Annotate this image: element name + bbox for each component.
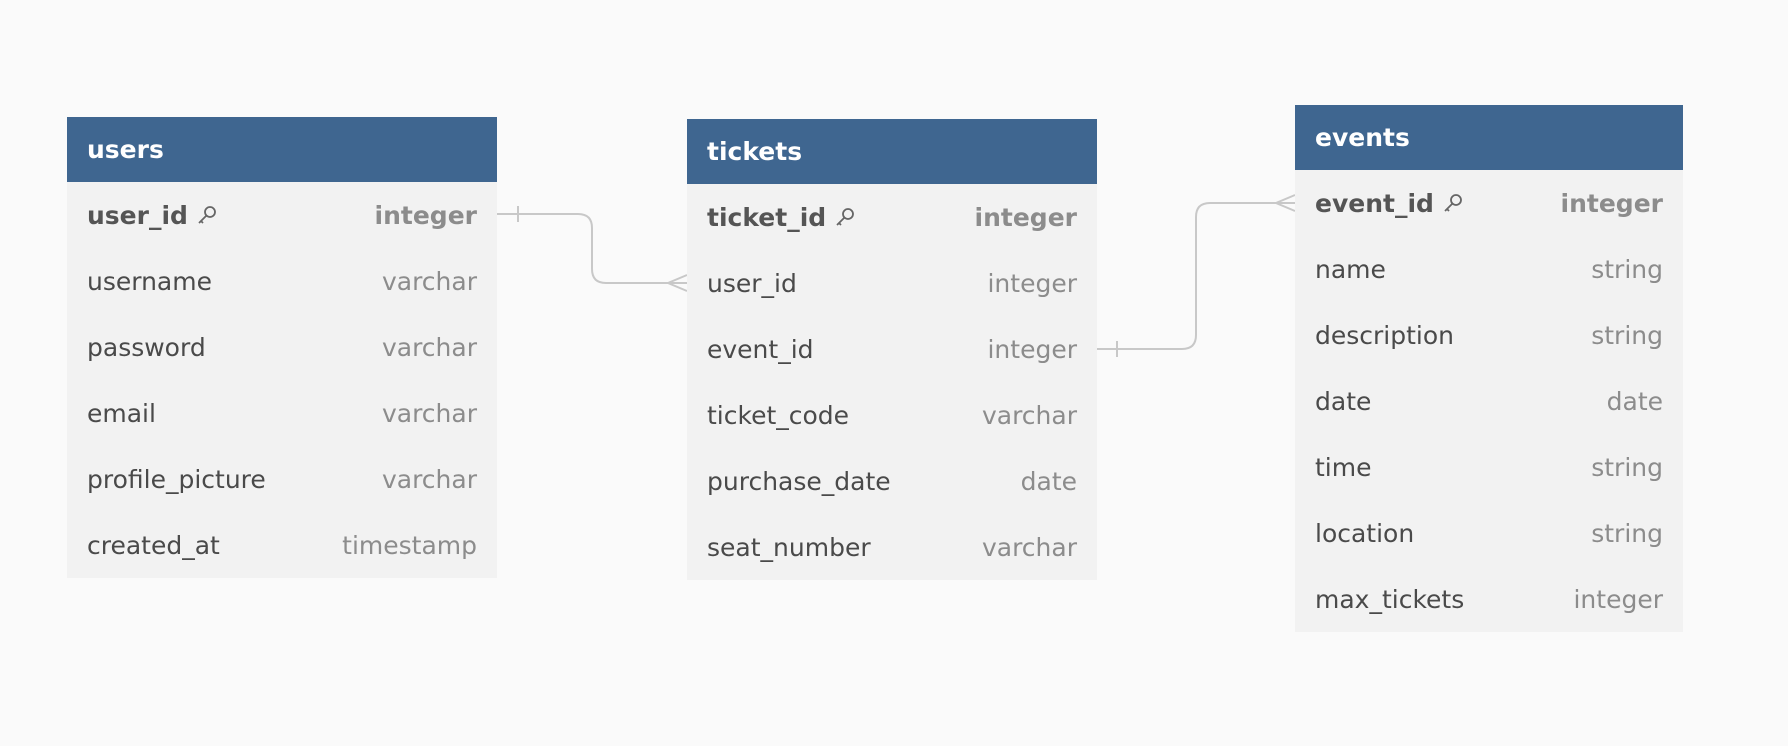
column-name: name <box>1315 254 1386 284</box>
connector-users-tickets[interactable] <box>497 213 687 284</box>
table-tickets[interactable]: tickets ticket_id integer user_id intege… <box>687 119 1097 580</box>
column-type: integer <box>987 334 1077 364</box>
column-row-password[interactable]: password varchar <box>67 314 497 380</box>
column-type: integer <box>974 202 1077 232</box>
column-type: varchar <box>381 464 477 494</box>
table-events[interactable]: events event_id integer name string desc… <box>1295 105 1683 632</box>
column-row-event-id[interactable]: event_id integer <box>1295 170 1683 236</box>
column-type: date <box>1020 466 1077 496</box>
column-name: event_id <box>1315 188 1434 218</box>
column-row-time[interactable]: time string <box>1295 434 1683 500</box>
key-icon <box>1442 192 1464 214</box>
column-name: date <box>1315 386 1372 416</box>
column-type: date <box>1606 386 1663 416</box>
column-name: description <box>1315 320 1455 350</box>
column-type: varchar <box>981 532 1077 562</box>
column-name: ticket_code <box>707 400 850 430</box>
column-type: string <box>1591 452 1663 482</box>
column-row-ticket-id[interactable]: ticket_id integer <box>687 184 1097 250</box>
column-name: password <box>87 332 206 362</box>
table-header-events[interactable]: events <box>1295 105 1683 170</box>
table-title: events <box>1315 123 1410 152</box>
column-name: location <box>1315 518 1415 548</box>
column-name: user_id <box>87 200 188 230</box>
column-name: username <box>87 266 212 296</box>
many-marker-events <box>1273 194 1296 212</box>
column-type: integer <box>1573 584 1663 614</box>
column-name: profile_picture <box>87 464 266 494</box>
column-type: varchar <box>381 266 477 296</box>
column-type: integer <box>987 268 1077 298</box>
key-icon <box>834 206 856 228</box>
column-row-purchase-date[interactable]: purchase_date date <box>687 448 1097 514</box>
column-name: ticket_id <box>707 202 827 232</box>
column-type: varchar <box>981 400 1077 430</box>
column-row-max-tickets[interactable]: max_tickets integer <box>1295 566 1683 632</box>
column-type: integer <box>374 200 477 230</box>
column-row-description[interactable]: description string <box>1295 302 1683 368</box>
column-row-name[interactable]: name string <box>1295 236 1683 302</box>
column-name: purchase_date <box>707 466 891 496</box>
column-row-event-id[interactable]: event_id integer <box>687 316 1097 382</box>
column-type: varchar <box>381 332 477 362</box>
column-name: seat_number <box>707 532 871 562</box>
column-type: integer <box>1560 188 1663 218</box>
column-row-user-id[interactable]: user_id integer <box>687 250 1097 316</box>
key-icon <box>196 204 218 226</box>
column-name: max_tickets <box>1315 584 1465 614</box>
column-row-user-id[interactable]: user_id integer <box>67 182 497 248</box>
column-type: string <box>1591 320 1663 350</box>
column-row-date[interactable]: date date <box>1295 368 1683 434</box>
column-name: email <box>87 398 156 428</box>
column-row-seat-number[interactable]: seat_number varchar <box>687 514 1097 580</box>
column-name: created_at <box>87 530 220 560</box>
column-name: user_id <box>707 268 797 298</box>
table-users[interactable]: users user_id integer username varchar p… <box>67 117 497 578</box>
column-row-username[interactable]: username varchar <box>67 248 497 314</box>
column-row-profile-picture[interactable]: profile_picture varchar <box>67 446 497 512</box>
column-name: event_id <box>707 334 814 364</box>
column-row-location[interactable]: location string <box>1295 500 1683 566</box>
table-header-users[interactable]: users <box>67 117 497 182</box>
column-type: string <box>1591 254 1663 284</box>
column-row-email[interactable]: email varchar <box>67 380 497 446</box>
table-title: tickets <box>707 137 803 166</box>
column-name: time <box>1315 452 1372 482</box>
table-header-tickets[interactable]: tickets <box>687 119 1097 184</box>
column-type: varchar <box>381 398 477 428</box>
connector-tickets-events[interactable] <box>1097 202 1295 350</box>
table-title: users <box>87 135 164 164</box>
many-marker-tickets <box>665 274 688 292</box>
column-row-ticket-code[interactable]: ticket_code varchar <box>687 382 1097 448</box>
column-type: timestamp <box>342 530 477 560</box>
column-row-created-at[interactable]: created_at timestamp <box>67 512 497 578</box>
column-type: string <box>1591 518 1663 548</box>
